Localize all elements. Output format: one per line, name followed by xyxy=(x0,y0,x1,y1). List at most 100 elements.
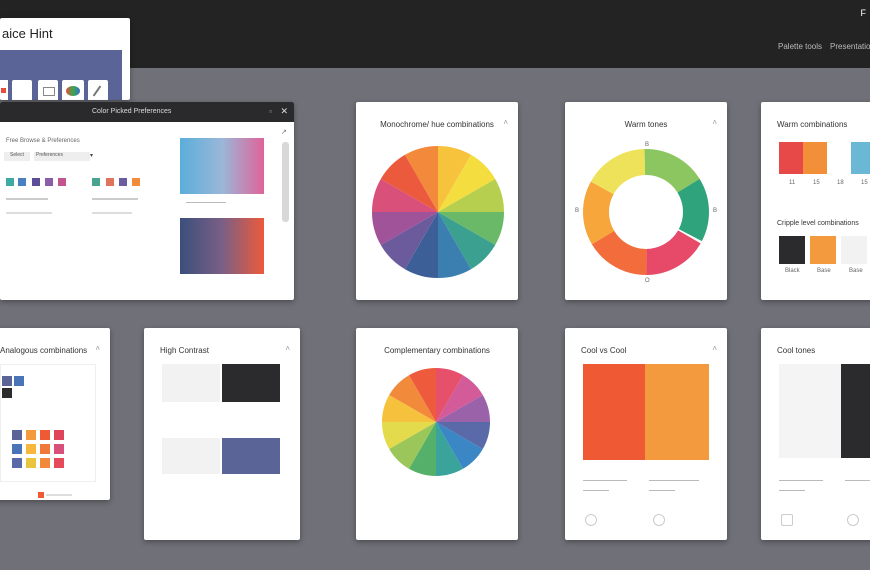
text-line xyxy=(845,480,870,481)
swatch[interactable] xyxy=(12,458,22,468)
swatch[interactable] xyxy=(6,178,14,186)
text-line xyxy=(186,202,226,203)
swatch[interactable] xyxy=(106,178,114,186)
swatch[interactable] xyxy=(32,178,40,186)
swatch-light[interactable] xyxy=(841,236,867,264)
tab-palette-tools[interactable]: Palette tools xyxy=(778,42,822,51)
swatch-dark[interactable] xyxy=(841,364,870,458)
header-corner-label: F xyxy=(860,8,867,18)
gradient-preview-cool xyxy=(180,138,264,194)
tool-red-swatch[interactable] xyxy=(0,80,8,100)
close-icon[interactable]: ✕ xyxy=(280,106,288,117)
text-line xyxy=(6,198,48,200)
warm-tones-card[interactable]: Warm tones ˄ B B B O xyxy=(565,102,727,300)
swatch-label: 15 xyxy=(813,180,820,186)
gradient-preview-warm xyxy=(180,218,264,274)
swatch-orange[interactable] xyxy=(645,364,709,460)
more-icon[interactable]: ˄ xyxy=(95,344,100,353)
swatch[interactable] xyxy=(92,178,100,186)
swatch[interactable] xyxy=(40,458,50,468)
swatch[interactable] xyxy=(26,430,36,440)
cool-tones-card[interactable]: Cool tones xyxy=(761,328,870,540)
text-line xyxy=(779,490,805,491)
swatch-orange[interactable] xyxy=(803,142,827,174)
swatch[interactable] xyxy=(12,430,22,440)
swatch-navy[interactable] xyxy=(222,438,280,474)
color-ring xyxy=(583,149,709,275)
cool-vs-cool-card[interactable]: Cool vs Cool ˄ xyxy=(565,328,727,540)
tool-flag-icon[interactable] xyxy=(12,80,32,100)
text-line xyxy=(649,480,699,481)
swatch-label: Base xyxy=(849,268,863,274)
swatch-blue[interactable] xyxy=(851,142,870,174)
cool-tones-card-title: Cool tones xyxy=(777,346,816,355)
swatch[interactable] xyxy=(18,178,26,186)
color-wheel-12 xyxy=(371,145,505,279)
swatch-red[interactable] xyxy=(779,142,803,174)
action-icon[interactable] xyxy=(847,514,859,526)
swatch[interactable] xyxy=(2,388,12,398)
tool-brush-icon[interactable] xyxy=(88,80,108,100)
swatch[interactable] xyxy=(54,444,64,454)
analogous-card-title: Analogous combinations xyxy=(0,346,88,355)
scrollbar[interactable] xyxy=(282,142,289,222)
action-icon[interactable] xyxy=(781,514,793,526)
swatch[interactable] xyxy=(58,178,66,186)
select-dropdown[interactable]: Select xyxy=(4,152,30,161)
swatch-label: 18 xyxy=(837,180,844,186)
second-section-title: Cripple level combinations xyxy=(777,220,859,227)
palette-window: Color Picked Preferences ▫ ✕ Free Browse… xyxy=(0,102,294,300)
swatch-light[interactable] xyxy=(162,438,220,474)
hint-toolbar xyxy=(0,50,122,100)
high-contrast-card-title: High Contrast xyxy=(160,346,209,355)
swatch-dark[interactable] xyxy=(222,364,280,402)
action-icon[interactable] xyxy=(653,514,665,526)
text-line xyxy=(92,212,132,214)
swatch-dark[interactable] xyxy=(779,236,805,264)
swatch-label: Base xyxy=(817,268,831,274)
more-icon[interactable]: ˄ xyxy=(712,344,717,353)
text-line xyxy=(583,490,609,491)
tab-presentations[interactable]: Presentations xyxy=(830,42,870,51)
chevron-down-icon[interactable]: ▾ xyxy=(90,152,93,159)
cool-card-title: Cool vs Cool xyxy=(581,346,627,355)
swatch[interactable] xyxy=(38,492,44,498)
swatch[interactable] xyxy=(54,458,64,468)
swatch-orange-red[interactable] xyxy=(583,364,645,460)
swatch[interactable] xyxy=(119,178,127,186)
swatch-orange[interactable] xyxy=(810,236,836,264)
swatch[interactable] xyxy=(2,376,12,386)
tool-frame-icon[interactable] xyxy=(38,80,58,100)
expand-icon[interactable]: ↗ xyxy=(281,128,287,136)
complementary-card[interactable]: Complementary combinations xyxy=(356,328,518,540)
swatch[interactable] xyxy=(12,444,22,454)
palette-window-title: Color Picked Preferences xyxy=(92,108,172,115)
swatch-light[interactable] xyxy=(162,364,220,402)
preferences-dropdown[interactable]: Preferences xyxy=(34,152,90,161)
swatch[interactable] xyxy=(45,178,53,186)
swatch[interactable] xyxy=(40,444,50,454)
minimize-icon[interactable]: ▫ xyxy=(269,107,272,116)
text-line xyxy=(46,494,72,496)
palette-window-titlebar: Color Picked Preferences ▫ ✕ xyxy=(0,102,294,122)
swatch[interactable] xyxy=(132,178,140,186)
text-line xyxy=(583,480,627,481)
swatch[interactable] xyxy=(26,458,36,468)
swatch-light[interactable] xyxy=(779,364,841,458)
analogous-card[interactable]: Analogous combinations ˄ xyxy=(0,328,110,500)
action-icon[interactable] xyxy=(585,514,597,526)
more-icon[interactable]: ˄ xyxy=(285,344,290,353)
swatch[interactable] xyxy=(40,430,50,440)
text-line xyxy=(649,490,675,491)
swatch[interactable] xyxy=(54,430,64,440)
high-contrast-card[interactable]: High Contrast ˄ xyxy=(144,328,300,540)
monochrome-card[interactable]: Monochrome/ hue combinations ˄ xyxy=(356,102,518,300)
swatch-white[interactable] xyxy=(827,142,851,174)
swatch[interactable] xyxy=(26,444,36,454)
swatch[interactable] xyxy=(14,376,24,386)
tool-palette-icon[interactable] xyxy=(62,80,84,100)
warm-combinations-title: Warm combinations xyxy=(777,120,848,129)
color-wheel-12 xyxy=(381,367,491,477)
warm-combinations-card[interactable]: Warm combinations 11 15 18 15 Cripple le… xyxy=(761,102,870,300)
text-line xyxy=(6,212,52,214)
